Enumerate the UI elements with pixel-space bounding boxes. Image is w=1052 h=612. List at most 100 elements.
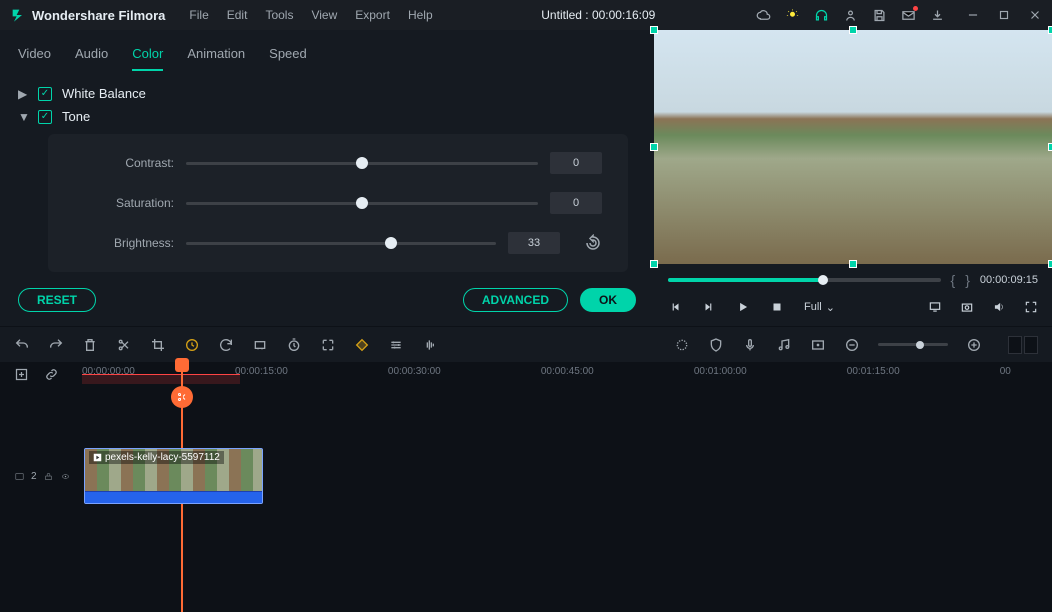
speed-icon[interactable] <box>184 337 200 353</box>
step-fwd-icon[interactable] <box>702 300 716 314</box>
resize-handle[interactable] <box>1048 260 1052 268</box>
crop-icon[interactable] <box>150 337 166 353</box>
menu-tools[interactable]: Tools <box>257 5 301 25</box>
tone-section[interactable]: ▼ Tone <box>18 109 636 124</box>
tab-audio[interactable]: Audio <box>75 42 108 71</box>
play-icon[interactable] <box>736 300 750 314</box>
mail-icon[interactable] <box>901 8 916 23</box>
menu-help[interactable]: Help <box>400 5 441 25</box>
brightness-label: Brightness: <box>74 236 174 250</box>
main-menu: File Edit Tools View Export Help <box>181 5 440 25</box>
save-icon[interactable] <box>872 8 887 23</box>
preview-scale-select[interactable]: Full ⌄ <box>804 301 835 314</box>
undo-icon[interactable] <box>14 337 30 353</box>
freeze-icon[interactable] <box>252 337 268 353</box>
ruler-tick: 00:01:00:00 <box>694 366 747 377</box>
video-clip[interactable]: pexels-kelly-lacy-5597112 <box>84 448 263 504</box>
add-track-icon[interactable] <box>14 367 30 383</box>
account-icon[interactable] <box>843 8 858 23</box>
properties-panel: Video Audio Color Animation Speed ▶ Whit… <box>0 30 654 326</box>
link-icon[interactable] <box>44 367 60 383</box>
redo-icon[interactable] <box>48 337 64 353</box>
tab-color[interactable]: Color <box>132 42 163 71</box>
download-icon[interactable] <box>930 8 945 23</box>
reset-brightness-icon[interactable] <box>584 234 602 252</box>
adjust-icon[interactable] <box>388 337 404 353</box>
titlebar: Wondershare Filmora File Edit Tools View… <box>0 0 1052 30</box>
track-header: 2 <box>14 471 76 482</box>
snapshot-icon[interactable] <box>960 300 974 314</box>
white-balance-section[interactable]: ▶ White Balance <box>18 86 636 101</box>
brightness-value[interactable]: 33 <box>508 232 560 254</box>
timeline-view-toggle[interactable] <box>1008 336 1038 354</box>
minimize-icon[interactable] <box>965 8 980 23</box>
lightbulb-icon[interactable] <box>785 8 800 23</box>
tab-video[interactable]: Video <box>18 42 51 71</box>
menu-edit[interactable]: Edit <box>219 5 256 25</box>
property-tabs: Video Audio Color Animation Speed <box>0 30 654 72</box>
music-icon[interactable] <box>776 337 792 353</box>
zoom-out-icon[interactable] <box>844 337 860 353</box>
mark-out-icon[interactable]: } <box>965 272 970 288</box>
reset-button[interactable]: RESET <box>18 288 96 312</box>
playhead[interactable] <box>175 358 189 372</box>
saturation-slider[interactable] <box>186 202 538 205</box>
display-icon[interactable] <box>928 300 942 314</box>
panel-footer: RESET ADVANCED OK <box>0 278 654 326</box>
eye-icon[interactable] <box>60 471 71 482</box>
zoom-in-icon[interactable] <box>966 337 982 353</box>
tone-checkbox[interactable] <box>38 110 52 124</box>
duration-icon[interactable] <box>286 337 302 353</box>
resize-handle[interactable] <box>1048 26 1052 34</box>
step-back-icon[interactable] <box>668 300 682 314</box>
tab-speed[interactable]: Speed <box>269 42 307 71</box>
contrast-slider[interactable] <box>186 162 538 165</box>
marker-icon[interactable] <box>810 337 826 353</box>
app-name: Wondershare Filmora <box>32 8 165 23</box>
saturation-label: Saturation: <box>74 196 174 210</box>
time-ruler[interactable]: 00:00:00:0000:00:15:0000:00:30:0000:00:4… <box>82 362 1038 388</box>
contrast-row: Contrast: 0 <box>74 152 602 174</box>
stop-icon[interactable] <box>770 300 784 314</box>
delete-icon[interactable] <box>82 337 98 353</box>
menu-view[interactable]: View <box>303 5 345 25</box>
menu-export[interactable]: Export <box>347 5 398 25</box>
cloud-icon[interactable] <box>756 8 771 23</box>
resize-handle[interactable] <box>650 260 658 268</box>
menu-file[interactable]: File <box>181 5 216 25</box>
chevron-right-icon: ▶ <box>18 87 28 101</box>
tab-animation[interactable]: Animation <box>187 42 245 71</box>
resize-handle[interactable] <box>650 26 658 34</box>
ok-button[interactable]: OK <box>580 288 636 312</box>
volume-icon[interactable] <box>992 300 1006 314</box>
resize-handle[interactable] <box>849 260 857 268</box>
fullscreen-icon[interactable] <box>1024 300 1038 314</box>
mic-icon[interactable] <box>742 337 758 353</box>
resize-handle[interactable] <box>1048 143 1052 151</box>
audio-wave-icon[interactable] <box>422 337 438 353</box>
close-icon[interactable] <box>1027 8 1042 23</box>
progress-slider[interactable] <box>668 278 941 282</box>
advanced-button[interactable]: ADVANCED <box>463 288 568 312</box>
clip-audio-wave <box>85 491 262 503</box>
headphones-icon[interactable] <box>814 8 829 23</box>
saturation-value[interactable]: 0 <box>550 192 602 214</box>
resize-handle[interactable] <box>650 143 658 151</box>
video-preview[interactable] <box>654 30 1052 264</box>
zoom-slider[interactable] <box>878 343 948 346</box>
shield-icon[interactable] <box>708 337 724 353</box>
keyframe-icon[interactable] <box>354 337 370 353</box>
split-icon[interactable] <box>116 337 132 353</box>
expand-icon[interactable] <box>320 337 336 353</box>
contrast-value[interactable]: 0 <box>550 152 602 174</box>
titlebar-actions <box>756 8 945 23</box>
brightness-slider[interactable] <box>186 242 496 245</box>
maximize-icon[interactable] <box>996 8 1011 23</box>
mark-in-icon[interactable]: { <box>951 272 956 288</box>
mix-icon[interactable] <box>674 337 690 353</box>
timeline-toolbar <box>0 326 1052 362</box>
lock-icon[interactable] <box>43 471 54 482</box>
rotate-icon[interactable] <box>218 337 234 353</box>
white-balance-checkbox[interactable] <box>38 87 52 101</box>
resize-handle[interactable] <box>849 26 857 34</box>
